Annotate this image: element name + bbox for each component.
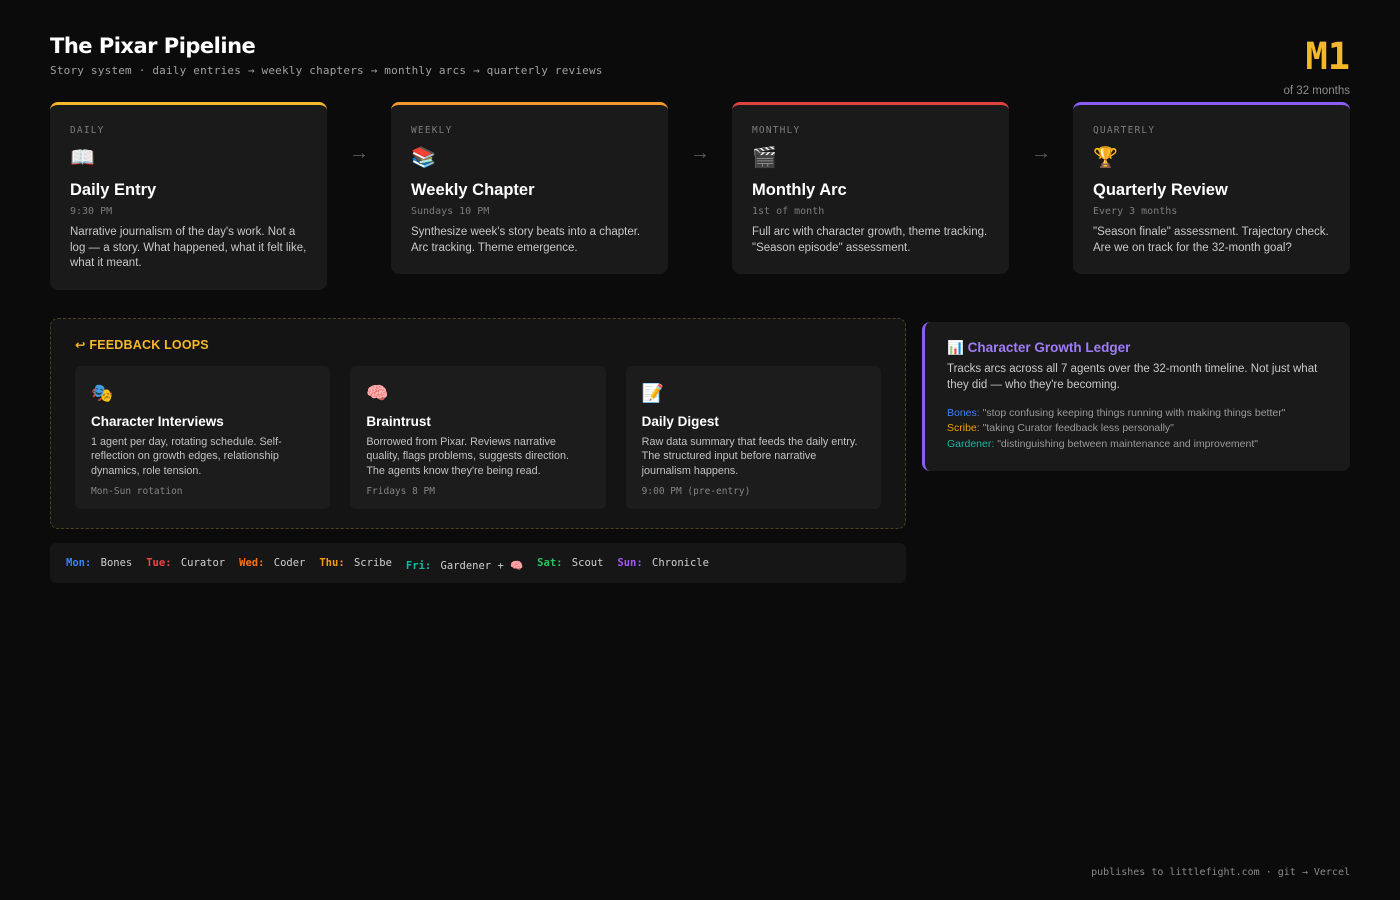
return-arrow-icon: ↩ [75, 338, 86, 352]
rotation-day: Sun: [617, 557, 643, 569]
ledger-quote-list: Bones: "stop confusing keeping things ru… [947, 406, 1328, 453]
ledger-quote: Gardener: "distinguishing between mainte… [947, 437, 1328, 453]
pipeline: DAILY 📖 Daily Entry 9:30 PM Narrative jo… [50, 102, 1350, 290]
quote-agent: Bones: [947, 406, 980, 419]
page-subtitle: Story system · daily entries → weekly ch… [50, 64, 603, 77]
loop-card-character-interviews: 🎭 Character Interviews 1 agent per day, … [75, 366, 331, 509]
rotation-agent: Curator [180, 557, 226, 569]
loop-name: Braintrust [366, 414, 431, 429]
stage-card-weekly: WEEKLY 📚 Weekly Chapter Sundays 10 PM Sy… [391, 102, 668, 275]
footer-publish-info: publishes to littlefight.com · git → Ver… [1091, 867, 1350, 878]
month-number: M1 [1305, 35, 1350, 78]
rotation-day: Mon: [66, 557, 92, 569]
stage-card-monthly: MONTHLY 🎬 Monthly Arc 1st of month Full … [732, 102, 1009, 275]
quote-text: "stop confusing keeping things running w… [982, 406, 1286, 419]
rotation-day: Sat: [537, 557, 563, 569]
rotation-item: Mon: Bones [66, 557, 132, 569]
arrow-right-icon: → [349, 142, 369, 164]
stage-name: Daily Entry [70, 181, 157, 199]
stage-tag: QUARTERLY [1093, 125, 1156, 136]
feedback-loops-title: ↩ FEEDBACK LOOPS [75, 337, 881, 352]
theater-masks-icon: 🎭 [91, 383, 114, 403]
stage-time: 9:30 PM [70, 206, 113, 217]
stage-name: Weekly Chapter [411, 181, 535, 199]
page-title: The Pixar Pipeline [50, 34, 256, 58]
quote-agent: Scribe: [947, 422, 980, 435]
arrow-right-icon: → [690, 142, 710, 164]
stage-name: Monthly Arc [752, 181, 847, 199]
rotation-day: Fri: [405, 560, 432, 572]
loop-name: Daily Digest [641, 414, 719, 429]
rotation-day: Tue: [146, 557, 172, 569]
loop-card-daily-digest: 📝 Daily Digest Raw data summary that fee… [625, 366, 881, 509]
month-total: of 32 months [1283, 85, 1350, 97]
ledger-title-text: Character Growth Ledger [967, 340, 1131, 355]
rotation-agent: Coder [273, 557, 306, 569]
loop-name: Character Interviews [91, 414, 224, 429]
stage-name: Quarterly Review [1093, 181, 1228, 199]
month-indicator: M1 of 32 months [1284, 38, 1350, 97]
feedback-loops-panel: ↩ FEEDBACK LOOPS 🎭 Character Interviews … [50, 318, 906, 529]
feedback-loop-list: 🎭 Character Interviews 1 agent per day, … [75, 366, 881, 509]
interview-rotation-bar: Mon: Bones Tue: Curator Wed: Coder Thu: … [50, 543, 906, 583]
rotation-item: Fri: Gardener + 🧠 [406, 554, 523, 572]
stage-card-quarterly: QUARTERLY 🏆 Quarterly Review Every 3 mon… [1073, 102, 1350, 275]
rotation-item: Wed: Coder [239, 557, 305, 569]
ledger-description: Tracks arcs across all 7 agents over the… [947, 363, 1318, 391]
loop-schedule: 9:00 PM (pre-entry) [641, 485, 751, 497]
stage-time: 1st of month [752, 206, 825, 217]
rotation-item: Thu: Scribe [319, 557, 392, 569]
rotation-agent: Bones [100, 557, 133, 569]
rotation-item: Sat: Scout [537, 557, 603, 569]
ledger-quote: Bones: "stop confusing keeping things ru… [947, 406, 1328, 422]
rotation-item: Sun: Chronicle [617, 557, 709, 569]
loop-description: 1 agent per day, rotating schedule. Self… [91, 436, 282, 477]
header: The Pixar Pipeline Story system · daily … [50, 34, 603, 77]
ledger-quote: Scribe: "taking Curator feedback less pe… [947, 421, 1328, 437]
loop-schedule: Mon-Sun rotation [91, 485, 183, 497]
stage-description: Narrative journalism of the day's work. … [70, 226, 307, 270]
feedback-loops-label: FEEDBACK LOOPS [89, 338, 209, 352]
rotation-item: Tue: Curator [146, 557, 225, 569]
stage-tag: MONTHLY [752, 125, 801, 136]
loop-description: Raw data summary that feeds the daily en… [641, 436, 858, 477]
quote-agent: Gardener: [947, 438, 995, 451]
rotation-agent: Gardener + 🧠 [440, 560, 524, 572]
loop-schedule: Fridays 8 PM [366, 485, 435, 497]
rotation-agent: Chronicle [652, 557, 709, 569]
rotation-agent: Scribe [353, 557, 392, 569]
stage-tag: WEEKLY [411, 125, 453, 136]
rotation-day: Wed: [239, 557, 265, 569]
quote-text: "taking Curator feedback less personally… [982, 422, 1174, 435]
brain-icon: 🧠 [366, 383, 389, 403]
quote-text: "distinguishing between maintenance and … [997, 438, 1258, 451]
ledger-title: 📊 Character Growth Ledger [947, 340, 1328, 356]
stage-card-daily: DAILY 📖 Daily Entry 9:30 PM Narrative jo… [50, 102, 327, 290]
stage-description: Full arc with character growth, theme tr… [752, 226, 988, 254]
open-book-icon: 📖 [70, 147, 95, 169]
trophy-icon: 🏆 [1093, 147, 1118, 169]
loop-description: Borrowed from Pixar. Reviews narrative q… [366, 436, 569, 477]
stage-tag: DAILY [70, 125, 105, 136]
stage-description: "Season finale" assessment. Trajectory c… [1093, 226, 1329, 254]
arrow-right-icon: → [1031, 142, 1051, 164]
rotation-day: Thu: [319, 557, 345, 569]
stage-time: Sundays 10 PM [411, 206, 490, 217]
rotation-agent: Scout [571, 557, 604, 569]
stage-description: Synthesize week's story beats into a cha… [411, 226, 641, 254]
stage-time: Every 3 months [1093, 206, 1178, 217]
bar-chart-icon: 📊 [947, 340, 964, 355]
character-growth-ledger: 📊 Character Growth Ledger Tracks arcs ac… [922, 322, 1350, 471]
memo-icon: 📝 [641, 383, 665, 403]
books-icon: 📚 [411, 147, 436, 169]
loop-card-braintrust: 🧠 Braintrust Borrowed from Pixar. Review… [350, 366, 606, 509]
clapperboard-icon: 🎬 [752, 147, 777, 169]
